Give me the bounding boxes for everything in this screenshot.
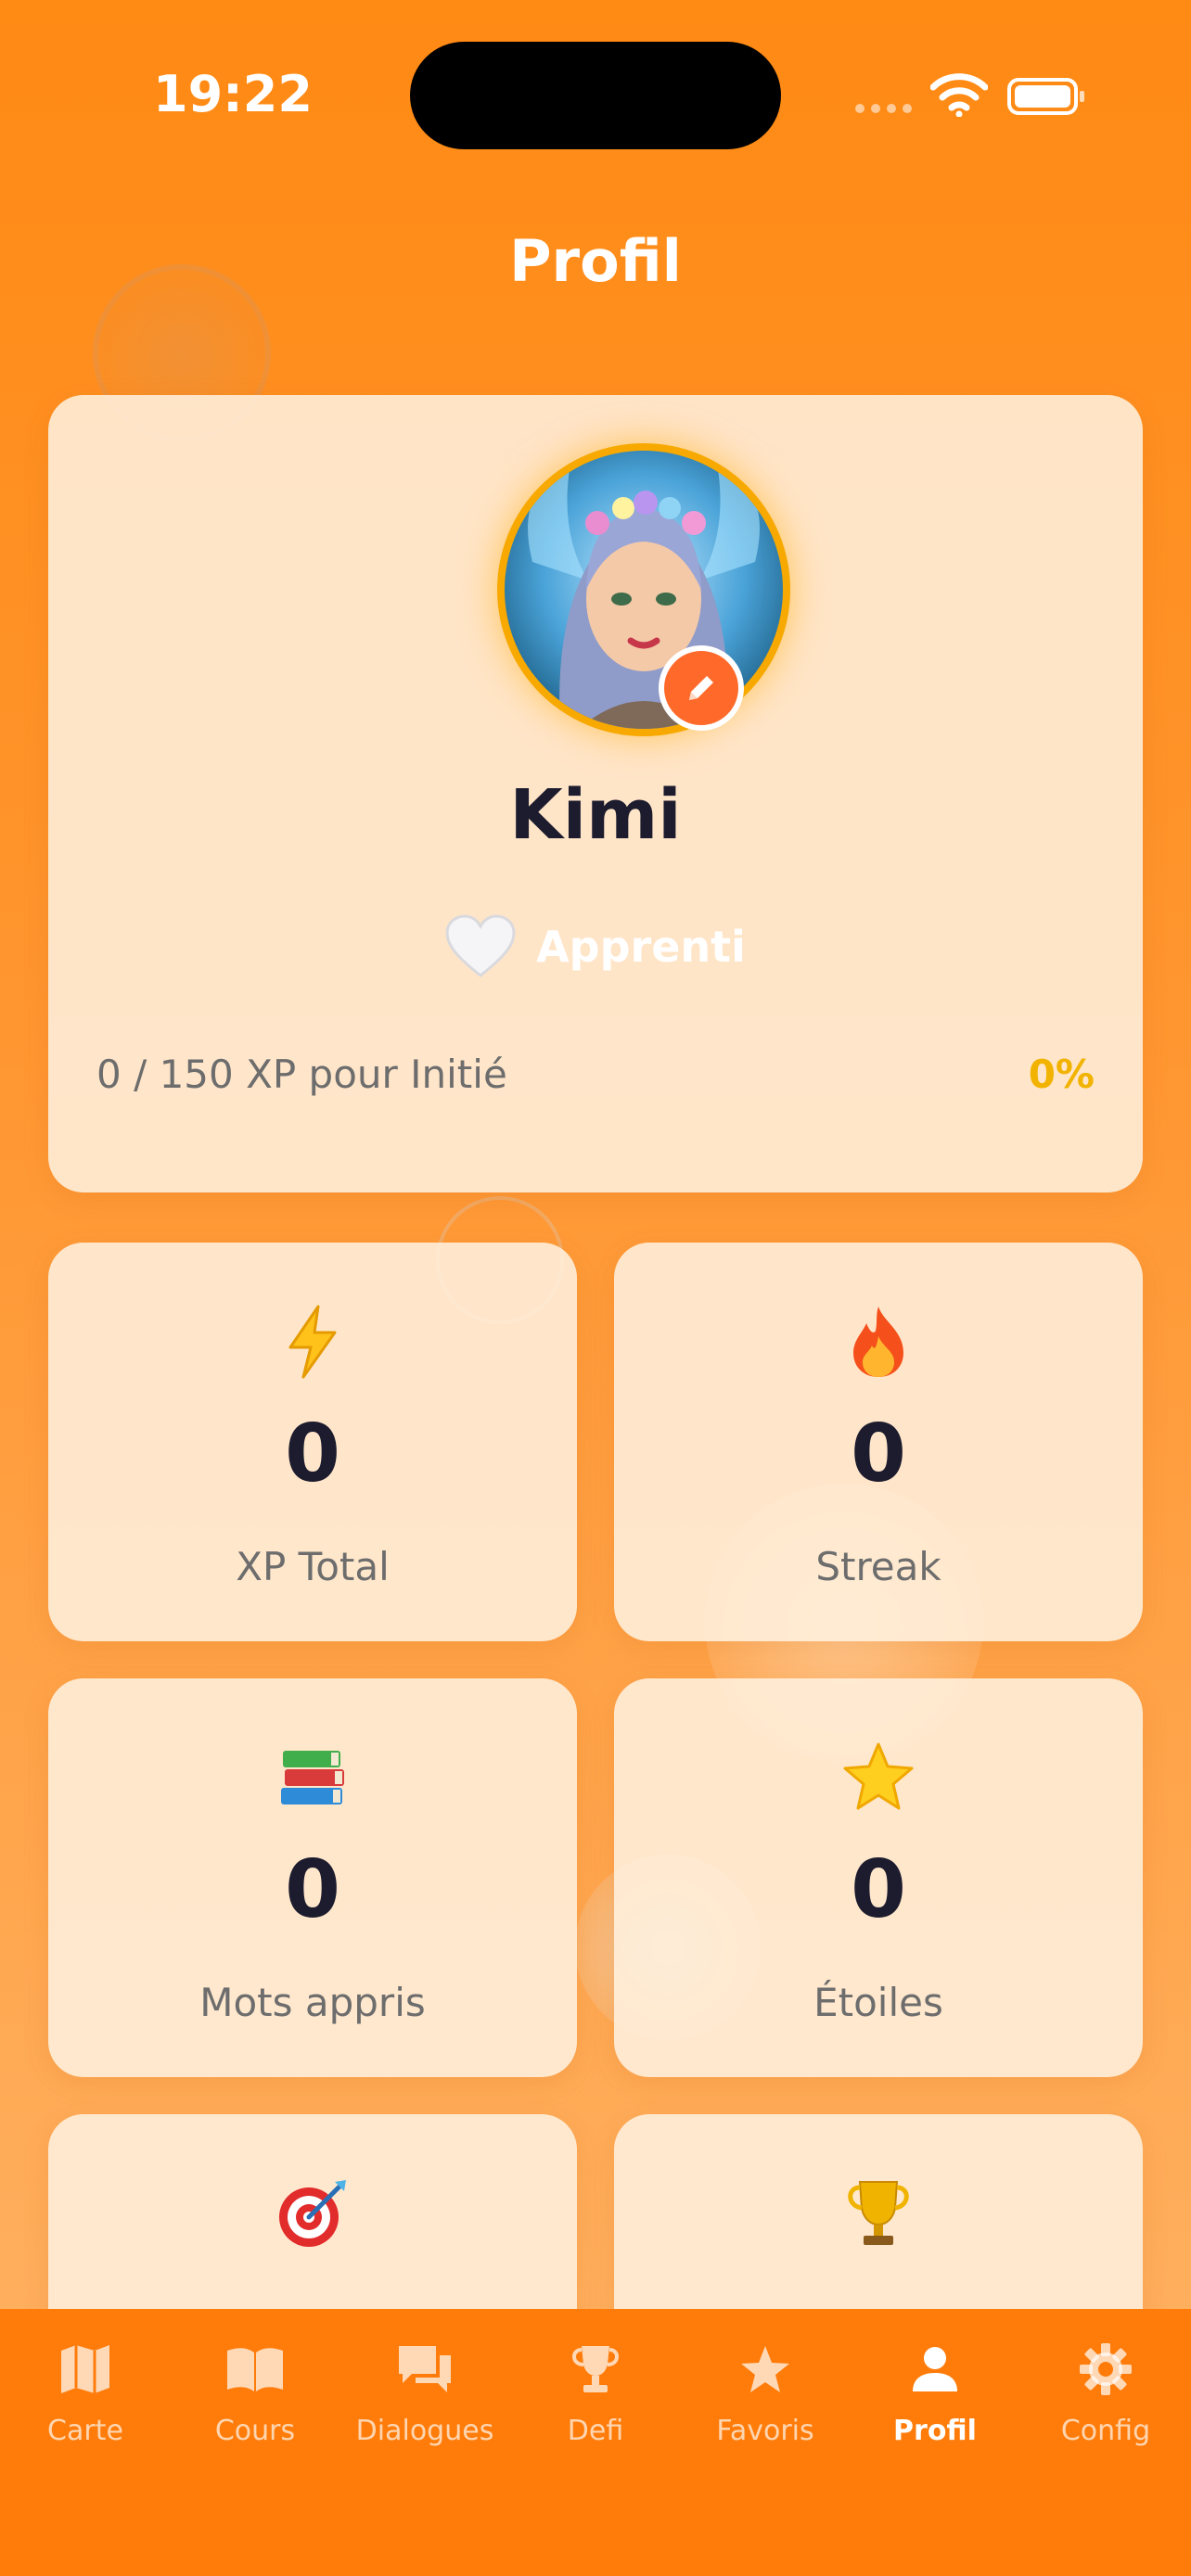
stat-label: Étoiles (813, 1980, 943, 2025)
book-icon (170, 2337, 340, 2402)
fire-icon (614, 1300, 1143, 1384)
person-icon (850, 2337, 1020, 2402)
tab-label: Carte (47, 2415, 123, 2447)
tab-label: Favoris (716, 2415, 814, 2447)
page-title: Profil (509, 227, 682, 295)
stat-label: Streak (815, 1544, 941, 1589)
books-icon (48, 1736, 577, 1819)
stat-card-words-learned: 0 Mots appris (48, 1678, 577, 2077)
username: Kimi (509, 775, 682, 855)
tab-defi[interactable]: Defi (510, 2337, 681, 2457)
trophy-icon (510, 2337, 681, 2402)
stat-value: 0 (851, 1408, 906, 1500)
gear-icon (1020, 2337, 1191, 2402)
tab-config[interactable]: Config (1020, 2337, 1191, 2457)
chat-icon (339, 2337, 510, 2402)
tab-cours[interactable]: Cours (170, 2337, 340, 2457)
tab-label: Dialogues (355, 2415, 494, 2447)
stat-value: 0 (851, 1843, 906, 1936)
pencil-icon (689, 676, 713, 700)
tab-label: Profil (893, 2415, 977, 2447)
white-heart-icon (445, 914, 516, 977)
edit-avatar-button[interactable] (659, 645, 744, 731)
tab-label: Cours (214, 2415, 296, 2447)
rank-label: Apprenti (536, 922, 746, 972)
battery-icon (1007, 78, 1084, 115)
tab-favoris[interactable]: Favoris (680, 2337, 851, 2457)
stat-value: 0 (285, 1843, 340, 1936)
trophy-icon (614, 2172, 1143, 2255)
status-time: 19:22 (153, 65, 313, 123)
stat-card-xp-total: 0 XP Total (48, 1243, 577, 1641)
star-icon (614, 1736, 1143, 1819)
tab-carte[interactable]: Carte (0, 2337, 171, 2457)
target-icon (48, 2172, 577, 2255)
wifi-icon (929, 72, 989, 121)
xp-progress-percent: 0% (1028, 1052, 1095, 1097)
tab-label: Config (1060, 2415, 1151, 2447)
star-icon (680, 2337, 851, 2402)
stat-card-streak: 0 Streak (614, 1243, 1143, 1641)
avatar[interactable] (497, 443, 790, 736)
stat-label: XP Total (236, 1544, 390, 1589)
tab-label: Defi (567, 2415, 624, 2447)
xp-progress-text: 0 / 150 XP pour Initié (96, 1052, 507, 1097)
stat-card-stars: 0 Étoiles (614, 1678, 1143, 2077)
tab-dialogues[interactable]: Dialogues (339, 2337, 510, 2457)
tab-bar: Carte Cours Dialogues Defi Favoris Profi… (0, 2309, 1191, 2576)
stat-label: Mots appris (199, 1980, 426, 2025)
cellular-signal-icon (855, 104, 913, 113)
rank-badge: Apprenti (48, 914, 1143, 979)
tab-profil[interactable]: Profil (850, 2337, 1020, 2457)
map-icon (0, 2337, 171, 2402)
dynamic-island (410, 42, 781, 149)
stat-value: 0 (285, 1408, 340, 1500)
lightning-icon (48, 1300, 577, 1384)
profile-card: Kimi Apprenti 0 / 150 XP pour Initié 0% (48, 395, 1143, 1192)
